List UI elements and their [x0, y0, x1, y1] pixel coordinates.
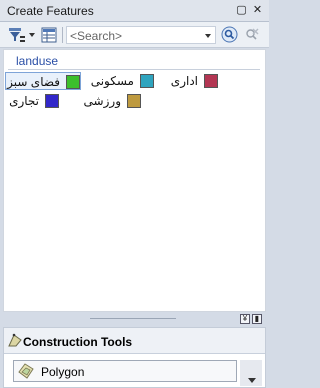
template-swatch [66, 75, 80, 89]
collapse-icon[interactable]: ¥ [240, 314, 250, 324]
template-item[interactable]: ورزشی [84, 92, 141, 110]
template-item[interactable]: تجاری [9, 92, 59, 110]
pin-icon[interactable]: ▢ [235, 4, 248, 17]
construction-tools-panel: Construction Tools Polygon [3, 327, 266, 388]
panel-splitter[interactable]: ¥ ▮ [0, 312, 269, 326]
layer-group-name[interactable]: landuse [16, 54, 58, 68]
search-input[interactable]: <Search> [66, 26, 216, 44]
template-label: فضای سبز [7, 75, 60, 89]
window-title: Create Features [7, 4, 94, 18]
close-icon[interactable]: ✕ [251, 4, 264, 17]
template-swatch [204, 74, 218, 88]
template-swatch [127, 94, 141, 108]
template-swatch [45, 94, 59, 108]
layer-divider [8, 69, 260, 70]
search-placeholder: <Search> [70, 29, 123, 43]
toolbar-separator [62, 27, 63, 43]
chevron-down-icon[interactable] [29, 33, 35, 37]
scrollbar[interactable] [240, 360, 262, 386]
templates-toolbar: <Search> [0, 22, 269, 48]
scroll-down-icon[interactable] [248, 378, 256, 383]
splitter-grip[interactable] [90, 318, 176, 319]
construction-tool-polygon[interactable]: Polygon [13, 360, 237, 382]
construction-tools-header: Construction Tools [4, 328, 265, 354]
template-swatch [140, 74, 154, 88]
search-icon[interactable] [221, 26, 238, 43]
polygon-icon [18, 363, 34, 379]
template-label: تجاری [9, 94, 39, 108]
filter-icon[interactable] [8, 26, 26, 44]
template-item[interactable]: اداری [168, 72, 218, 90]
construction-tool-label: Polygon [41, 365, 85, 379]
clear-search-icon[interactable] [243, 26, 260, 43]
window-titlebar: Create Features ▢ ✕ [0, 0, 269, 22]
template-label: ورزشی [83, 94, 121, 108]
chevron-down-icon[interactable] [205, 34, 211, 38]
organize-templates-icon[interactable] [40, 26, 58, 44]
construction-tools-icon [8, 333, 22, 347]
template-item[interactable]: مسکونی [89, 72, 154, 90]
construction-tools-title: Construction Tools [23, 335, 133, 349]
panel-menu-icon[interactable]: ▮ [252, 314, 262, 324]
template-item[interactable]: فضای سبز [5, 72, 81, 90]
templates-panel: landuse فضای سبز مسکونی اداری تجاری ورزش… [3, 49, 266, 312]
template-label: اداری [170, 74, 198, 88]
template-label: مسکونی [90, 74, 134, 88]
